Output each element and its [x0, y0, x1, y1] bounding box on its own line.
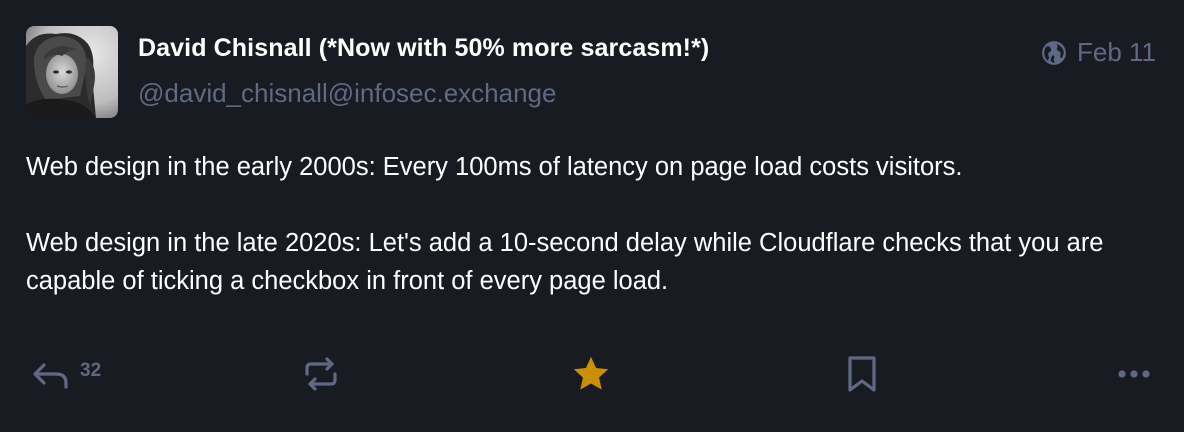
- boost-button[interactable]: [301, 352, 341, 396]
- reply-button[interactable]: 32: [30, 352, 101, 396]
- bookmark-button[interactable]: [845, 352, 879, 396]
- display-name[interactable]: David Chisnall (*Now with 50% more sarca…: [138, 34, 709, 63]
- boost-icon: [305, 357, 337, 391]
- globe-icon: [1042, 40, 1066, 65]
- status-content: Web design in the early 2000s: Every 100…: [26, 148, 1156, 300]
- star-icon: [573, 356, 609, 390]
- reply-icon: [33, 363, 68, 389]
- avatar-image: [26, 26, 118, 118]
- more-button[interactable]: [1114, 352, 1154, 396]
- status-date[interactable]: Feb 11: [1077, 37, 1156, 68]
- bookmark-icon: [848, 356, 876, 392]
- action-bar: 32: [0, 352, 1184, 396]
- content-paragraph: Web design in the early 2000s: Every 100…: [26, 153, 963, 181]
- more-icon: [1118, 370, 1150, 378]
- status-card: David Chisnall (*Now with 50% more sarca…: [0, 0, 1184, 432]
- favourite-button[interactable]: [570, 352, 612, 396]
- reply-count: 32: [80, 360, 102, 381]
- content-paragraph: Web design in the late 2020s: Let's add …: [26, 229, 1104, 295]
- account-handle[interactable]: @david_chisnall@infosec.exchange: [138, 78, 556, 109]
- avatar[interactable]: [26, 26, 118, 118]
- status-meta[interactable]: Feb 11: [1041, 37, 1156, 68]
